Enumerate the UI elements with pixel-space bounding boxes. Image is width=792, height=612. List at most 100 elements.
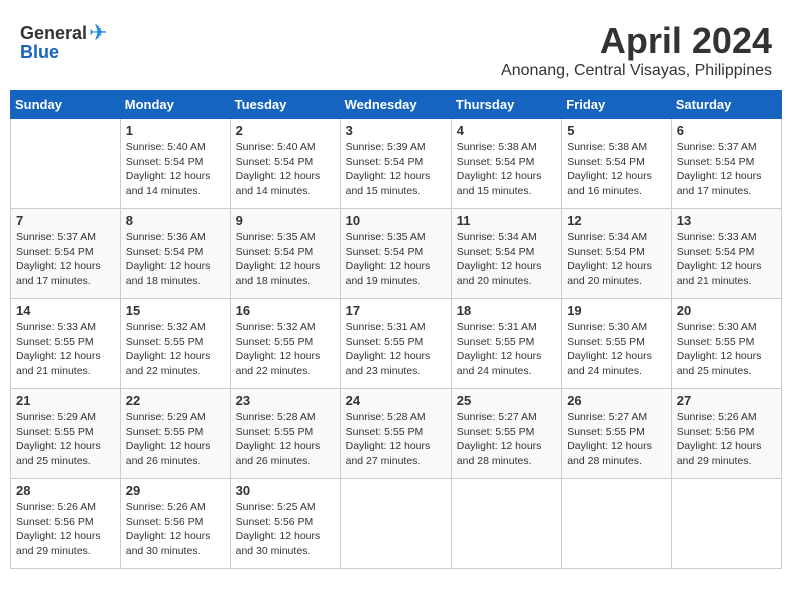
calendar-day-cell: 17 Sunrise: 5:31 AM Sunset: 5:55 PM Dayli… xyxy=(340,299,451,389)
day-number: 15 xyxy=(126,303,225,318)
day-number: 20 xyxy=(677,303,776,318)
calendar-day-cell: 24 Sunrise: 5:28 AM Sunset: 5:55 PM Dayli… xyxy=(340,389,451,479)
calendar-day-cell: 30 Sunrise: 5:25 AM Sunset: 5:56 PM Dayli… xyxy=(230,479,340,569)
day-info: Sunrise: 5:33 AM Sunset: 5:54 PM Dayligh… xyxy=(677,230,776,289)
day-number: 17 xyxy=(346,303,446,318)
logo: General ✈ Blue xyxy=(20,20,107,63)
day-number: 18 xyxy=(457,303,556,318)
day-number: 23 xyxy=(236,393,335,408)
calendar-day-cell xyxy=(340,479,451,569)
calendar-day-cell: 13 Sunrise: 5:33 AM Sunset: 5:54 PM Dayli… xyxy=(671,209,781,299)
calendar-day-cell: 25Sunrise: 5:27 AM Sunset: 5:55 PM Dayli… xyxy=(451,389,561,479)
calendar-day-cell: 21Sunrise: 5:29 AM Sunset: 5:55 PM Dayli… xyxy=(11,389,121,479)
day-number: 4 xyxy=(457,123,556,138)
calendar-day-cell: 15Sunrise: 5:32 AM Sunset: 5:55 PM Dayli… xyxy=(120,299,230,389)
day-number: 10 xyxy=(346,213,446,228)
day-info: Sunrise: 5:37 AM Sunset: 5:54 PM Dayligh… xyxy=(16,230,115,289)
calendar-day-cell xyxy=(11,119,121,209)
day-number: 5 xyxy=(567,123,666,138)
logo-blue-text: Blue xyxy=(20,42,59,63)
day-info: Sunrise: 5:26 AM Sunset: 5:56 PM Dayligh… xyxy=(126,500,225,559)
day-info: Sunrise: 5:33 AM Sunset: 5:55 PM Dayligh… xyxy=(16,320,115,379)
day-info: Sunrise: 5:31 AM Sunset: 5:55 PM Dayligh… xyxy=(457,320,556,379)
day-number: 12 xyxy=(567,213,666,228)
calendar-week-1: 1Sunrise: 5:40 AM Sunset: 5:54 PM Daylig… xyxy=(11,119,782,209)
day-info: Sunrise: 5:35 AM Sunset: 5:54 PM Dayligh… xyxy=(236,230,335,289)
calendar-day-cell xyxy=(562,479,672,569)
day-info: Sunrise: 5:40 AM Sunset: 5:54 PM Dayligh… xyxy=(236,140,335,199)
calendar-day-cell: 18 Sunrise: 5:31 AM Sunset: 5:55 PM Dayli… xyxy=(451,299,561,389)
day-info: Sunrise: 5:29 AM Sunset: 5:55 PM Dayligh… xyxy=(126,410,225,469)
calendar-day-cell: 22 Sunrise: 5:29 AM Sunset: 5:55 PM Dayli… xyxy=(120,389,230,479)
day-info: Sunrise: 5:25 AM Sunset: 5:56 PM Dayligh… xyxy=(236,500,335,559)
calendar-day-cell: 28 Sunrise: 5:26 AM Sunset: 5:56 PM Dayli… xyxy=(11,479,121,569)
day-info: Sunrise: 5:37 AM Sunset: 5:54 PM Dayligh… xyxy=(677,140,776,199)
day-info: Sunrise: 5:38 AM Sunset: 5:54 PM Dayligh… xyxy=(457,140,556,199)
page-header: General ✈ Blue April 2024 Anonang, Centr… xyxy=(10,10,782,84)
day-number: 30 xyxy=(236,483,335,498)
day-number: 11 xyxy=(457,213,556,228)
day-info: Sunrise: 5:30 AM Sunset: 5:55 PM Dayligh… xyxy=(567,320,666,379)
calendar-day-cell: 3 Sunrise: 5:39 AM Sunset: 5:54 PM Daylig… xyxy=(340,119,451,209)
column-header-tuesday: Tuesday xyxy=(230,91,340,119)
calendar-header-row: SundayMondayTuesdayWednesdayThursdayFrid… xyxy=(11,91,782,119)
calendar-day-cell: 20Sunrise: 5:30 AM Sunset: 5:55 PM Dayli… xyxy=(671,299,781,389)
day-number: 14 xyxy=(16,303,115,318)
calendar-day-cell xyxy=(671,479,781,569)
column-header-sunday: Sunday xyxy=(11,91,121,119)
logo-general-text: General xyxy=(20,23,87,44)
day-info: Sunrise: 5:36 AM Sunset: 5:54 PM Dayligh… xyxy=(126,230,225,289)
day-number: 19 xyxy=(567,303,666,318)
day-number: 24 xyxy=(346,393,446,408)
calendar-day-cell: 14 Sunrise: 5:33 AM Sunset: 5:55 PM Dayli… xyxy=(11,299,121,389)
calendar-day-cell: 16 Sunrise: 5:32 AM Sunset: 5:55 PM Dayli… xyxy=(230,299,340,389)
day-info: Sunrise: 5:32 AM Sunset: 5:55 PM Dayligh… xyxy=(236,320,335,379)
day-number: 7 xyxy=(16,213,115,228)
calendar-day-cell: 23 Sunrise: 5:28 AM Sunset: 5:55 PM Dayli… xyxy=(230,389,340,479)
calendar-week-5: 28 Sunrise: 5:26 AM Sunset: 5:56 PM Dayli… xyxy=(11,479,782,569)
calendar-day-cell: 4 Sunrise: 5:38 AM Sunset: 5:54 PM Daylig… xyxy=(451,119,561,209)
day-number: 2 xyxy=(236,123,335,138)
calendar-day-cell: 5 Sunrise: 5:38 AM Sunset: 5:54 PM Daylig… xyxy=(562,119,672,209)
calendar-day-cell: 29Sunrise: 5:26 AM Sunset: 5:56 PM Dayli… xyxy=(120,479,230,569)
day-info: Sunrise: 5:40 AM Sunset: 5:54 PM Dayligh… xyxy=(126,140,225,199)
calendar-week-2: 7 Sunrise: 5:37 AM Sunset: 5:54 PM Daylig… xyxy=(11,209,782,299)
column-header-wednesday: Wednesday xyxy=(340,91,451,119)
calendar-day-cell: 19 Sunrise: 5:30 AM Sunset: 5:55 PM Dayli… xyxy=(562,299,672,389)
logo-bird-icon: ✈ xyxy=(89,20,107,46)
day-info: Sunrise: 5:38 AM Sunset: 5:54 PM Dayligh… xyxy=(567,140,666,199)
column-header-saturday: Saturday xyxy=(671,91,781,119)
day-info: Sunrise: 5:28 AM Sunset: 5:55 PM Dayligh… xyxy=(236,410,335,469)
day-info: Sunrise: 5:27 AM Sunset: 5:55 PM Dayligh… xyxy=(457,410,556,469)
day-number: 13 xyxy=(677,213,776,228)
day-info: Sunrise: 5:39 AM Sunset: 5:54 PM Dayligh… xyxy=(346,140,446,199)
day-info: Sunrise: 5:28 AM Sunset: 5:55 PM Dayligh… xyxy=(346,410,446,469)
calendar-day-cell: 9 Sunrise: 5:35 AM Sunset: 5:54 PM Daylig… xyxy=(230,209,340,299)
day-info: Sunrise: 5:26 AM Sunset: 5:56 PM Dayligh… xyxy=(16,500,115,559)
calendar-title: April 2024 xyxy=(501,20,772,62)
day-number: 28 xyxy=(16,483,115,498)
calendar-table: SundayMondayTuesdayWednesdayThursdayFrid… xyxy=(10,90,782,569)
calendar-week-3: 14 Sunrise: 5:33 AM Sunset: 5:55 PM Dayli… xyxy=(11,299,782,389)
calendar-day-cell: 11Sunrise: 5:34 AM Sunset: 5:54 PM Dayli… xyxy=(451,209,561,299)
day-number: 9 xyxy=(236,213,335,228)
column-header-thursday: Thursday xyxy=(451,91,561,119)
calendar-day-cell xyxy=(451,479,561,569)
calendar-day-cell: 2 Sunrise: 5:40 AM Sunset: 5:54 PM Daylig… xyxy=(230,119,340,209)
day-number: 6 xyxy=(677,123,776,138)
calendar-week-4: 21Sunrise: 5:29 AM Sunset: 5:55 PM Dayli… xyxy=(11,389,782,479)
day-info: Sunrise: 5:26 AM Sunset: 5:56 PM Dayligh… xyxy=(677,410,776,469)
title-block: April 2024 Anonang, Central Visayas, Phi… xyxy=(501,20,772,80)
day-number: 16 xyxy=(236,303,335,318)
day-info: Sunrise: 5:31 AM Sunset: 5:55 PM Dayligh… xyxy=(346,320,446,379)
day-number: 3 xyxy=(346,123,446,138)
day-info: Sunrise: 5:35 AM Sunset: 5:54 PM Dayligh… xyxy=(346,230,446,289)
calendar-day-cell: 10 Sunrise: 5:35 AM Sunset: 5:54 PM Dayli… xyxy=(340,209,451,299)
day-info: Sunrise: 5:27 AM Sunset: 5:55 PM Dayligh… xyxy=(567,410,666,469)
day-info: Sunrise: 5:34 AM Sunset: 5:54 PM Dayligh… xyxy=(567,230,666,289)
calendar-day-cell: 7 Sunrise: 5:37 AM Sunset: 5:54 PM Daylig… xyxy=(11,209,121,299)
day-number: 22 xyxy=(126,393,225,408)
day-number: 27 xyxy=(677,393,776,408)
day-number: 26 xyxy=(567,393,666,408)
calendar-day-cell: 6 Sunrise: 5:37 AM Sunset: 5:54 PM Daylig… xyxy=(671,119,781,209)
